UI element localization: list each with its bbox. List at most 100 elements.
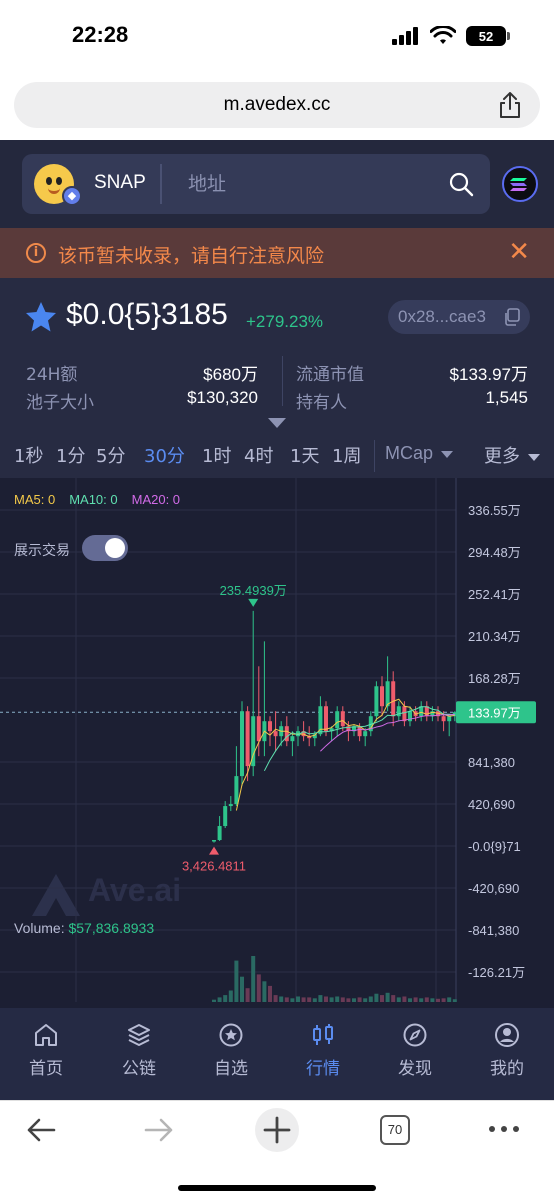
more-select[interactable]: 更多 — [484, 442, 540, 468]
close-icon[interactable]: ✕ — [508, 238, 530, 266]
volume-bar — [234, 960, 239, 1002]
solana-icon — [510, 178, 527, 191]
bottom-nav: 首页 公链 自选 行情 发现 我的 — [0, 1008, 554, 1100]
interval-1w[interactable]: 1周 — [332, 442, 361, 468]
volume-bar — [307, 997, 312, 1002]
expand-stats-icon[interactable] — [268, 418, 286, 428]
volume-bar — [228, 990, 233, 1002]
candle-body — [212, 840, 216, 842]
url-bar[interactable]: m.avedex.cc — [14, 82, 540, 128]
nav-home[interactable]: 首页 — [11, 1022, 81, 1079]
search-icon[interactable] — [448, 171, 474, 197]
volume-bar — [273, 995, 278, 1002]
copy-icon[interactable] — [504, 308, 520, 326]
candles-icon — [313, 1024, 333, 1045]
y-tick-label: 294.48万 — [468, 545, 521, 560]
search-row: ◆ SNAP — [0, 140, 554, 228]
search-input[interactable] — [188, 166, 428, 202]
mcap-select[interactable]: MCap — [374, 440, 468, 472]
risk-warning-text: 该币暂未收录，请自行注意风险 — [58, 245, 325, 267]
status-time: 22:28 — [72, 22, 129, 47]
volume-bar — [385, 992, 390, 1002]
interval-4h[interactable]: 4时 — [244, 442, 273, 468]
candle-body — [290, 736, 295, 742]
nav-market-label: 行情 — [306, 1059, 340, 1079]
contract-address-pill[interactable]: 0x28...cae3 — [388, 300, 530, 334]
favorite-star-icon[interactable] — [24, 300, 58, 334]
volume-bar — [290, 998, 295, 1002]
y-tick-label: 841,380 — [468, 755, 515, 770]
volume-bar — [430, 998, 435, 1002]
volume-bar — [391, 995, 396, 1002]
current-price-label: 133.97万 — [468, 705, 521, 720]
forward-arrow-icon[interactable] — [142, 1115, 176, 1145]
compass-icon — [403, 1023, 427, 1047]
volume-bar — [318, 995, 323, 1002]
share-icon[interactable] — [498, 91, 522, 119]
interval-1h[interactable]: 1时 — [202, 442, 231, 468]
candle-body — [324, 706, 328, 732]
volume-bar — [408, 998, 412, 1002]
url-text: m.avedex.cc — [223, 94, 331, 115]
y-tick-label: 252.41万 — [468, 587, 521, 602]
volume-bar — [436, 998, 440, 1002]
risk-warning-banner: i 该币暂未收录，请自行注意风险 ✕ — [0, 228, 554, 278]
candle-body — [217, 826, 222, 841]
star-circle-icon — [219, 1023, 243, 1047]
y-tick-label: 420,690 — [468, 797, 515, 812]
volume-bar — [223, 995, 228, 1002]
nav-profile[interactable]: 我的 — [472, 1022, 542, 1079]
nav-chains[interactable]: 公链 — [104, 1022, 174, 1079]
volume-bar — [424, 997, 429, 1002]
volume-bar — [240, 976, 244, 1002]
nav-home-label: 首页 — [29, 1059, 63, 1079]
nav-discover[interactable]: 发现 — [380, 1022, 450, 1079]
interval-1s[interactable]: 1秒 — [14, 442, 43, 468]
ma-legend: MA5: 0 MA10: 0 MA20: 0 — [14, 492, 180, 507]
interval-5m[interactable]: 5分 — [96, 442, 125, 468]
more-dots-icon[interactable] — [488, 1123, 520, 1135]
candle-body — [447, 716, 452, 722]
volume-bar — [329, 997, 334, 1002]
y-tick-label: -420,690 — [468, 881, 519, 896]
nav-market[interactable]: 行情 — [288, 1022, 358, 1079]
show-trades-toggle[interactable] — [82, 535, 128, 561]
min-value-label: 3,426.4811 — [182, 859, 246, 874]
search-box[interactable]: ◆ SNAP — [22, 154, 490, 214]
interval-1d[interactable]: 1天 — [290, 442, 319, 468]
volume-bar — [217, 997, 222, 1002]
volume-bar — [357, 997, 362, 1002]
interval-30m[interactable]: 30分 — [144, 442, 185, 468]
pool-size-value: $130,320 — [187, 388, 258, 407]
price-change: +279.23% — [246, 312, 324, 331]
volume-bar — [396, 997, 401, 1002]
y-tick-label: -126.21万 — [468, 965, 525, 980]
tab-count-button[interactable]: 70 — [380, 1115, 410, 1145]
candle-body — [240, 711, 244, 777]
cellular-signal-icon — [392, 27, 418, 45]
back-arrow-icon[interactable] — [24, 1115, 58, 1145]
nav-profile-label: 我的 — [490, 1059, 524, 1079]
candle-body — [268, 721, 272, 732]
y-tick-label: 210.34万 — [468, 629, 521, 644]
new-tab-plus-icon[interactable] — [254, 1107, 300, 1153]
min-marker-arrow — [209, 846, 219, 855]
volume-bar — [447, 997, 452, 1002]
volume-bar — [374, 993, 379, 1002]
status-bar: 22:28 52 — [0, 0, 554, 76]
volume-bar — [268, 985, 272, 1002]
price-chart[interactable]: Ave.ai 336.55万 294.48万 252.41万 210.34万 168.2… — [0, 478, 554, 1008]
nav-watchlist[interactable]: 自选 — [196, 1022, 266, 1079]
info-icon: i — [26, 243, 46, 263]
browser-url-area: m.avedex.cc — [0, 76, 554, 140]
volume-value: $57,836.8933 — [68, 920, 155, 936]
candle-body — [340, 711, 345, 727]
ma20-legend: MA20: 0 — [131, 492, 181, 507]
token-price-section: $0.0{5}3185 +279.23% 0x28...cae3 24H额 $6… — [0, 278, 554, 434]
interval-1m[interactable]: 1分 — [56, 442, 85, 468]
candle-body — [273, 731, 278, 737]
volume-bar — [402, 996, 407, 1002]
app-container: ◆ SNAP i 该币暂未收录，请自行注意风险 ✕ $0.0{5}3185 +2… — [0, 140, 554, 1100]
pool-size-label: 池子大小 — [26, 393, 94, 413]
solana-chain-button[interactable] — [502, 166, 538, 202]
